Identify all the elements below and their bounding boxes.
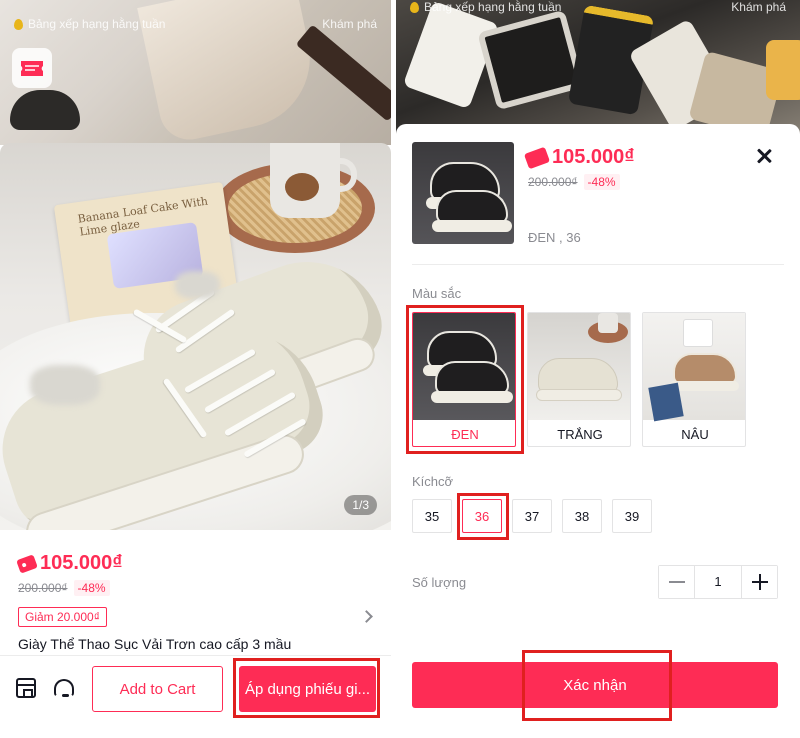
flame-icon [14,18,23,30]
size-option-39[interactable]: 39 [612,499,652,533]
size-option-37[interactable]: 37 [512,499,552,533]
price-row: 105.000₫ [523,146,635,169]
sale-price: 105.000₫ [40,552,123,574]
confirm-button[interactable]: Xác nhận [412,662,778,708]
size-option-35[interactable]: 35 [412,499,452,533]
color-option-label: ĐEN [451,427,479,442]
color-option-white[interactable]: TRẮNG [527,312,631,447]
image-counter: 1/3 [344,495,377,515]
original-price-row: 200.000₫ -48% [18,580,110,596]
size-section-label: Kíchcỡ [412,474,454,489]
size-option-38[interactable]: 38 [562,499,602,533]
apply-voucher-button[interactable]: Áp dụng phiếu gi... [239,666,376,712]
divider [412,264,784,265]
color-option-black[interactable]: ĐEN [412,312,516,447]
ranking-bar: Bảng xếp hạng hằng tuần Khám phá [410,0,786,14]
add-to-cart-button[interactable]: Add to Cart [92,666,223,712]
discount-badge: -48% [583,174,620,190]
product-image[interactable]: Banana Loaf Cake With Lime glaze 1/3 [0,143,391,530]
price-tag-icon [523,146,551,169]
color-option-brown[interactable]: NÂU [642,312,746,447]
chevron-right-icon[interactable] [360,610,373,623]
selected-variant-thumbnail [412,142,514,244]
quantity-stepper: 1 [658,565,778,599]
product-title: Giày Thể Thao Sục Vải Trơn cao cấp 3 mầu [18,636,292,652]
product-detail-screen: Bảng xếp hạng hằng tuần Khám phá Banana … [0,0,391,738]
promo-badge-icon[interactable] [12,48,52,88]
explore-link[interactable]: Khám phá [731,0,786,14]
variant-selection-screen: Bảng xếp hạng hằng tuần Khám phá 105.000… [396,0,800,738]
original-price: 200.000₫ [18,581,68,595]
plus-icon[interactable] [741,566,777,598]
weekly-ranking-link[interactable]: Bảng xếp hạng hằng tuần [410,0,561,14]
store-icon[interactable] [16,678,36,698]
quantity-value[interactable]: 1 [694,566,742,598]
discount-badge: -48% [73,580,110,596]
price-row: 105.000₫ [16,552,123,575]
variant-sheet: 105.000₫ 200.000₫ -48% ĐEN , 36 Màu sắc … [396,124,800,738]
background-product-image [396,0,800,140]
headset-icon[interactable] [54,679,74,697]
color-section-label: Màu sắc [412,286,462,301]
flame-icon [410,1,419,13]
size-option-36[interactable]: 36 [462,499,502,533]
divider [0,655,391,656]
quantity-label: Số lượng [412,575,467,590]
selected-variant-text: ĐEN , 36 [528,230,581,245]
color-option-label: TRẮNG [557,427,603,442]
price-tag-icon [16,553,38,574]
sale-price: 105.000₫ [552,146,635,168]
color-option-label: NÂU [681,427,709,442]
original-price: 200.000₫ [528,175,578,189]
ranking-bar: Bảng xếp hạng hằng tuần Khám phá [14,14,377,34]
minus-icon[interactable] [659,566,695,598]
weekly-ranking-link[interactable]: Bảng xếp hạng hằng tuần [14,17,165,31]
close-icon[interactable] [754,146,774,166]
explore-link[interactable]: Khám phá [322,17,377,31]
original-price-row: 200.000₫ -48% [528,174,620,190]
coupon-tag[interactable]: Giảm 20.000₫ [18,607,107,627]
